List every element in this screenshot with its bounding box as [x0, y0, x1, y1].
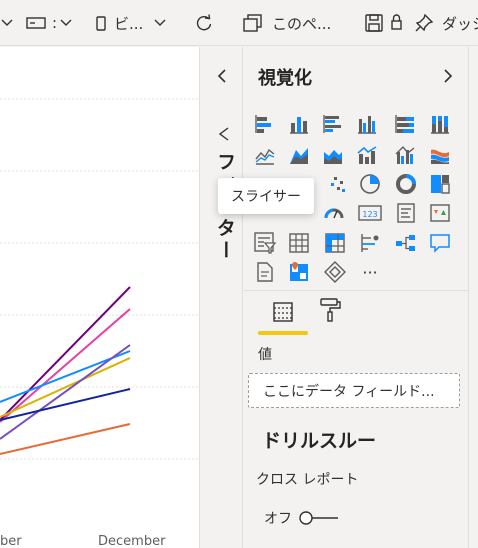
scatter-chart-icon[interactable] [324, 172, 348, 196]
visualizations-title: 視覚化 [258, 68, 312, 89]
buttons-dropdown-button[interactable]: ビ... [94, 0, 167, 46]
key-influencers-icon[interactable] [358, 231, 382, 255]
line-chart [0, 98, 199, 460]
multi-row-card-icon[interactable] [394, 201, 418, 225]
line-chart-icon[interactable] [253, 143, 277, 167]
area-chart-icon[interactable] [287, 143, 311, 167]
pin-icon [415, 13, 434, 32]
paint-roller-icon [320, 298, 341, 322]
100-stacked-bar-chart-icon[interactable] [393, 112, 417, 136]
cross-report-toggle-state: オフ [264, 511, 292, 527]
chevron-left-icon [217, 69, 226, 83]
values-section-label: 値 [258, 347, 272, 363]
kpi-icon[interactable] [428, 201, 452, 225]
line-and-stacked-column-chart-icon[interactable] [355, 143, 379, 167]
svg-text:123: 123 [362, 210, 377, 219]
donut-chart-icon[interactable] [394, 172, 418, 196]
fields-icon [273, 302, 293, 322]
chevron-down-icon[interactable] [0, 0, 14, 46]
pane-divider [244, 290, 468, 291]
more-visuals-button[interactable]: ··· [358, 260, 382, 284]
matrix-icon[interactable] [323, 231, 347, 255]
save-icon [365, 14, 383, 32]
active-tab-indicator [258, 331, 308, 335]
chevron-down-icon [154, 19, 166, 26]
values-drop-field[interactable]: ここにデータ フィールド... [248, 373, 460, 408]
filter-pane-icon [216, 126, 232, 146]
toolbar-item4-label: ダッシ [442, 14, 478, 33]
pie-chart-icon[interactable] [358, 172, 382, 196]
table-icon[interactable] [287, 231, 311, 255]
filters-pane [201, 47, 243, 548]
refresh-button[interactable] [194, 0, 214, 46]
paginated-report-icon[interactable] [253, 260, 277, 284]
chevron-down-icon [60, 19, 72, 26]
slicer-icon[interactable] [253, 231, 277, 255]
refresh-icon [196, 14, 212, 31]
ribbon-toolbar: : ビ... このペ... ダッシ [0, 0, 478, 46]
card-icon[interactable]: 123 [358, 201, 382, 225]
qa-icon[interactable] [428, 231, 452, 255]
clustered-bar-chart-icon[interactable] [321, 112, 345, 136]
textbox-dropdown-button[interactable]: : [26, 0, 73, 46]
stacked-bar-chart-icon[interactable] [253, 112, 277, 136]
treemap-icon[interactable] [428, 172, 452, 196]
x-axis-label-left: ber [0, 534, 22, 548]
expand-visualizations-button[interactable] [440, 67, 456, 89]
drillthrough-title: ドリルスルー [262, 430, 377, 452]
copy-icon [243, 14, 262, 32]
gauge-icon[interactable] [322, 201, 346, 225]
chevron-right-icon [444, 69, 453, 83]
save-button[interactable] [364, 0, 384, 46]
drop-field-placeholder: ここにデータ フィールド... [263, 383, 435, 400]
build-visual-tab[interactable] [271, 300, 295, 324]
100-stacked-column-chart-icon[interactable] [428, 112, 452, 136]
series-line-gold [0, 357, 131, 418]
pin-dashboard-button[interactable]: ダッシ [414, 0, 478, 46]
lock-button[interactable] [390, 0, 402, 46]
lock-icon [391, 14, 402, 30]
line-and-clustered-column-chart-icon[interactable] [393, 143, 417, 167]
x-axis-label-right: December [98, 534, 166, 548]
report-canvas[interactable]: ber December [0, 47, 200, 548]
stacked-column-chart-icon[interactable] [287, 112, 311, 136]
azure-map-icon[interactable] [287, 260, 311, 284]
decomposition-tree-icon[interactable] [394, 231, 418, 255]
power-apps-icon[interactable] [323, 260, 347, 284]
format-visual-tab[interactable] [318, 298, 342, 322]
series-line-violet [0, 344, 131, 440]
toolbar-item2-label: ビ... [114, 14, 144, 33]
clustered-column-chart-icon[interactable] [355, 112, 379, 136]
ribbon-chart-icon[interactable] [428, 143, 452, 167]
textbox-icon [26, 17, 46, 29]
cross-report-toggle[interactable] [298, 510, 340, 526]
collapse-filters-button[interactable] [214, 67, 230, 89]
series-line-purple [0, 286, 131, 421]
cross-report-label: クロス レポート [256, 472, 359, 488]
slicer-tooltip: スライサー [218, 178, 314, 214]
toolbar-item1-label: : [52, 14, 58, 32]
series-line-orange [0, 423, 131, 455]
duplicate-page-button[interactable]: このペ... [242, 0, 331, 46]
stacked-area-chart-icon[interactable] [321, 143, 345, 167]
fields-pane-edge [468, 47, 478, 548]
toolbar-page-label: このペ... [272, 14, 332, 33]
button-icon [96, 16, 106, 31]
